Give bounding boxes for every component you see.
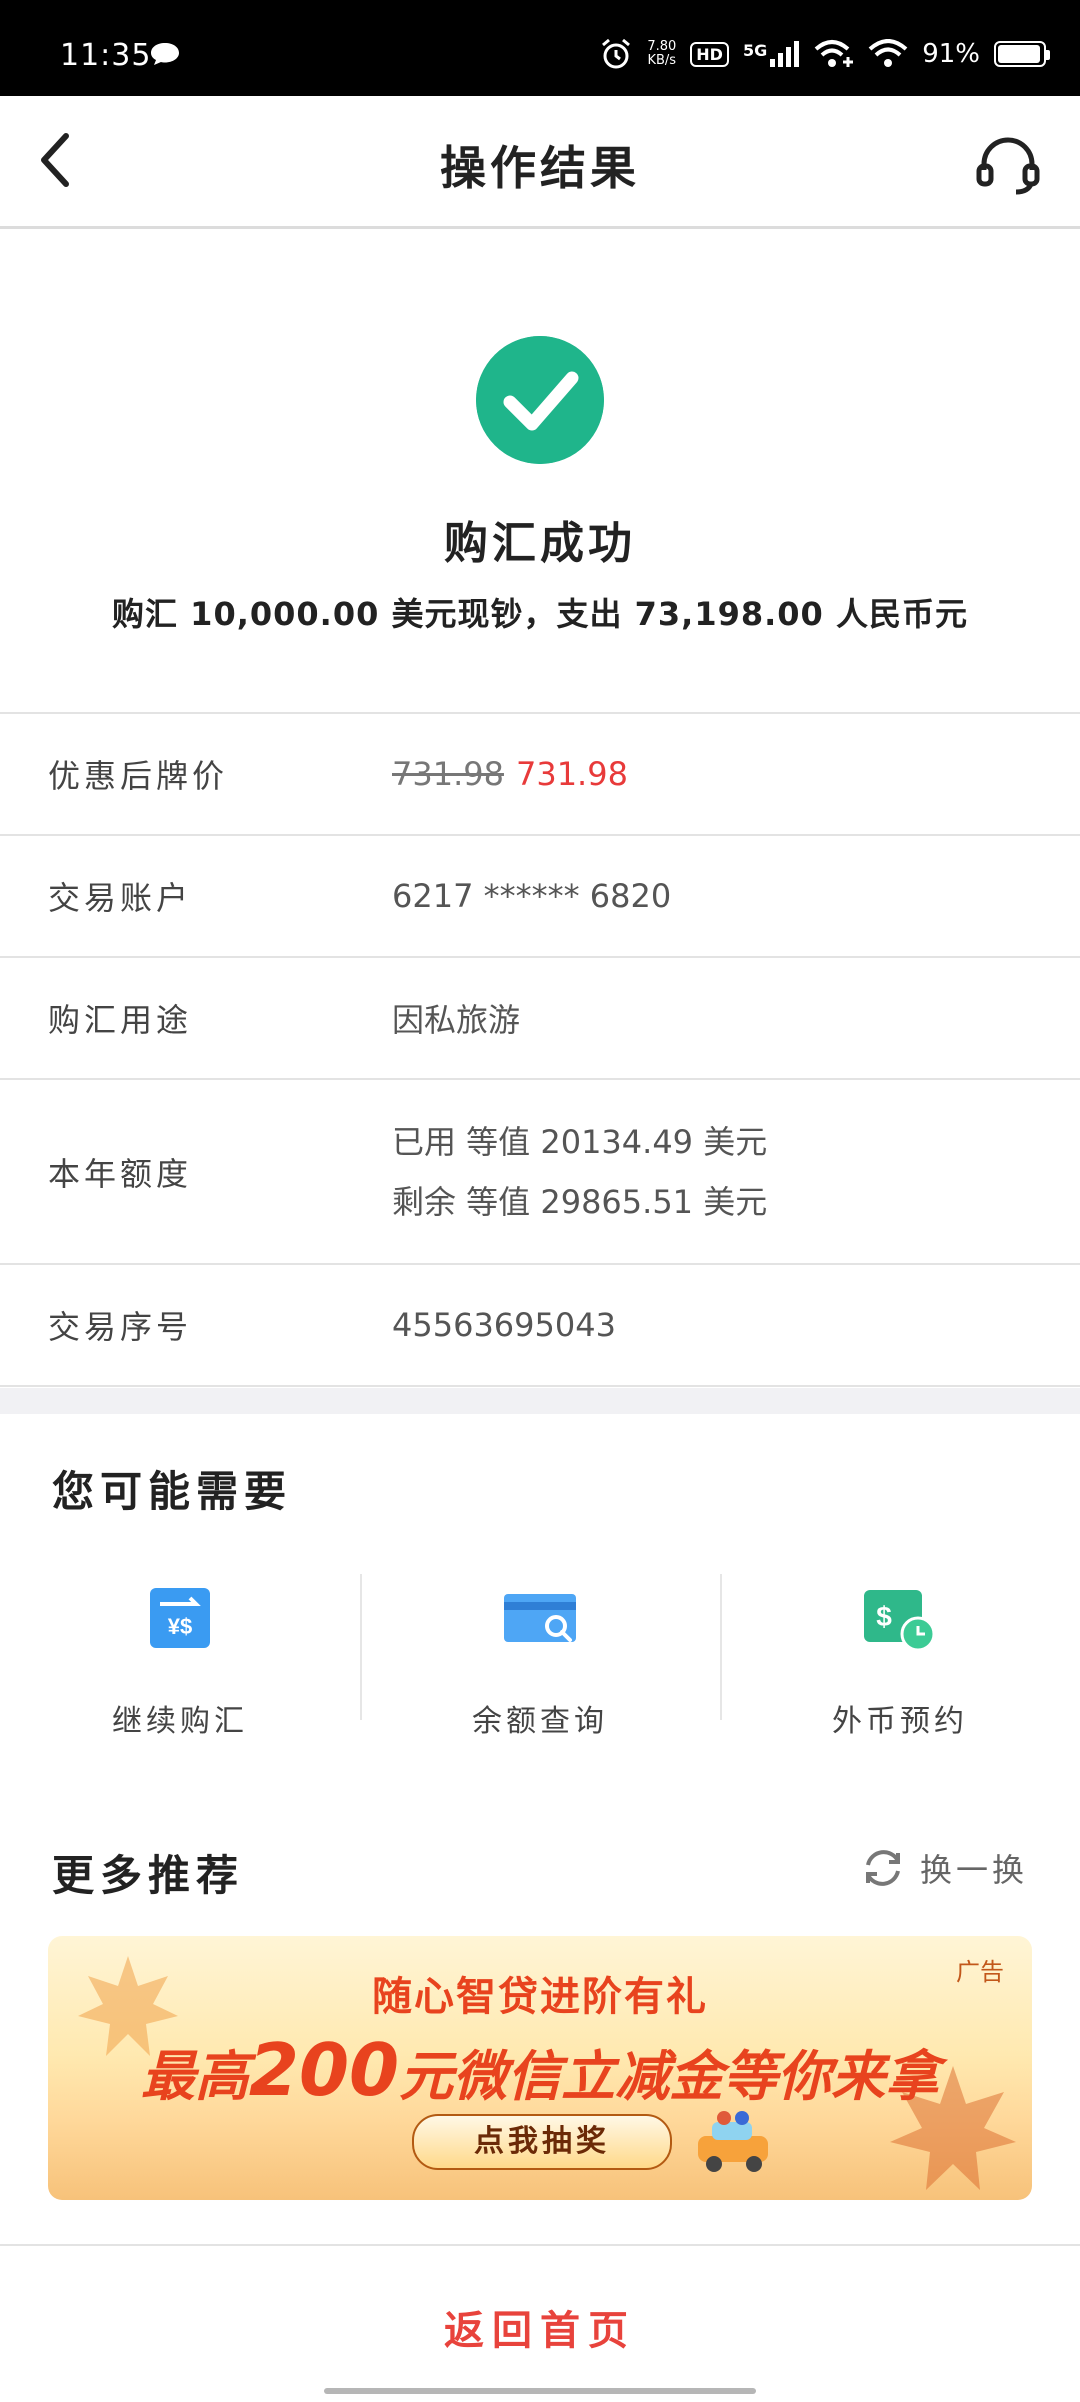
refresh-icon [865, 1850, 900, 1886]
balance-query-icon [504, 1594, 576, 1642]
quota-remaining: 剩余 等值 29865.51 美元 [392, 1182, 768, 1221]
ad-draw-button[interactable]: 点我抽奖 [412, 2114, 672, 2170]
continue-exchange-label: 继续购汇 [112, 1704, 248, 1739]
continue-exchange-button[interactable]: ¥$ 继续购汇 [0, 1560, 360, 1760]
speed-value: 7.80 [647, 39, 677, 54]
serial-label: 交易序号 [48, 1308, 193, 1346]
network-type: 5G [742, 41, 768, 60]
svg-text:$: $ [876, 1601, 892, 1632]
car-illustration-icon [698, 2111, 768, 2172]
quota-label: 本年额度 [48, 1154, 193, 1193]
network-speed: 7.80 KB/s [647, 40, 676, 68]
you-may-need-title: 您可能需要 [52, 1467, 293, 1516]
footer: 返回首页 [0, 2244, 1080, 2402]
balance-query-label: 余额查询 [472, 1704, 608, 1739]
wifi-icon [868, 39, 908, 67]
result-description: 购汇 10,000.00 美元现钞，支出 73,198.00 人民币元 [112, 595, 968, 633]
currency-reservation-button[interactable]: $ 外币预约 [720, 1560, 1080, 1760]
more-recommend-title: 更多推荐 [52, 1851, 245, 1900]
detail-row-purpose: 购汇用途 因私旅游 [0, 958, 1080, 1080]
ad-sub-amount: 200 [248, 2028, 400, 2112]
svg-text:¥$: ¥$ [168, 1614, 192, 1639]
refresh-label: 换一换 [919, 1851, 1028, 1889]
purpose-label: 购汇用途 [48, 1001, 193, 1039]
cell-signal-icon [770, 41, 800, 67]
detail-row-serial: 交易序号 45563695043 [0, 1265, 1080, 1387]
details-list: 优惠后牌价 731.98 731.98 交易账户 6217 ****** 6820… [0, 712, 1080, 1387]
price-value: 731.98 731.98 [392, 755, 628, 793]
gesture-bar [324, 2388, 756, 2394]
battery-percent: 91% [922, 39, 980, 69]
balance-query-button[interactable]: 余额查询 [360, 1560, 720, 1760]
customer-service-icon[interactable] [976, 136, 1040, 196]
account-label: 交易账户 [48, 879, 193, 917]
detail-row-account: 交易账户 6217 ****** 6820 [0, 836, 1080, 958]
wifi-plus-icon [814, 40, 854, 67]
currency-reservation-label: 外币预约 [832, 1704, 968, 1739]
signal-5g: 5G [743, 41, 800, 67]
refresh-button[interactable]: 换一换 [860, 1845, 1028, 1891]
status-time: 11:35 [60, 38, 152, 73]
purpose-value: 因私旅游 [392, 1001, 521, 1039]
exchange-icon: ¥$ [150, 1588, 210, 1648]
price-label: 优惠后牌价 [48, 757, 229, 795]
status-bar: 11:35 7.80 KB/s HD 5G 91% [0, 0, 1080, 96]
message-icon [151, 43, 179, 65]
section-divider [0, 1388, 1080, 1414]
serial-value: 45563695043 [392, 1306, 616, 1344]
speed-unit: KB/s [647, 53, 677, 68]
hd-badge: HD [690, 41, 729, 67]
quick-actions: ¥$ 继续购汇 余额查询 $ 外币预约 [0, 1560, 1080, 1760]
currency-reservation-icon: $ [864, 1590, 936, 1652]
price-original: 731.98 [392, 755, 504, 793]
account-value: 6217 ****** 6820 [392, 877, 672, 915]
price-discounted: 731.98 [515, 755, 628, 793]
detail-row-price: 优惠后牌价 731.98 731.98 [0, 714, 1080, 836]
quota-used: 已用 等值 20134.49 美元 [392, 1122, 768, 1161]
ad-subheadline: 最高200元微信立减金等你来拿 [48, 2028, 1032, 2112]
result-section: 购汇成功 购汇 10,000.00 美元现钞，支出 73,198.00 人民币元 [0, 229, 1080, 713]
quota-value: 已用 等值 20134.49 美元 剩余 等值 29865.51 美元 [392, 1112, 767, 1232]
return-home-button[interactable]: 返回首页 [0, 2298, 1080, 2356]
battery-icon [994, 41, 1050, 67]
page-title: 操作结果 [440, 141, 640, 195]
ad-banner[interactable]: 广告 随心智贷进阶有礼 最高200元微信立减金等你来拿 点我抽奖 [48, 1936, 1032, 2200]
ad-sub-prefix: 最高 [140, 2045, 249, 2108]
result-headline: 购汇成功 [444, 518, 636, 569]
success-check-icon [476, 336, 604, 464]
detail-row-quota: 本年额度 已用 等值 20134.49 美元 剩余 等值 29865.51 美元 [0, 1080, 1080, 1265]
nav-header: 操作结果 [0, 96, 1080, 229]
ad-sub-suffix: 元微信立减金等你来拿 [399, 2045, 940, 2108]
ad-headline: 随心智贷进阶有礼 [372, 1974, 708, 2020]
alarm-icon [602, 38, 631, 69]
